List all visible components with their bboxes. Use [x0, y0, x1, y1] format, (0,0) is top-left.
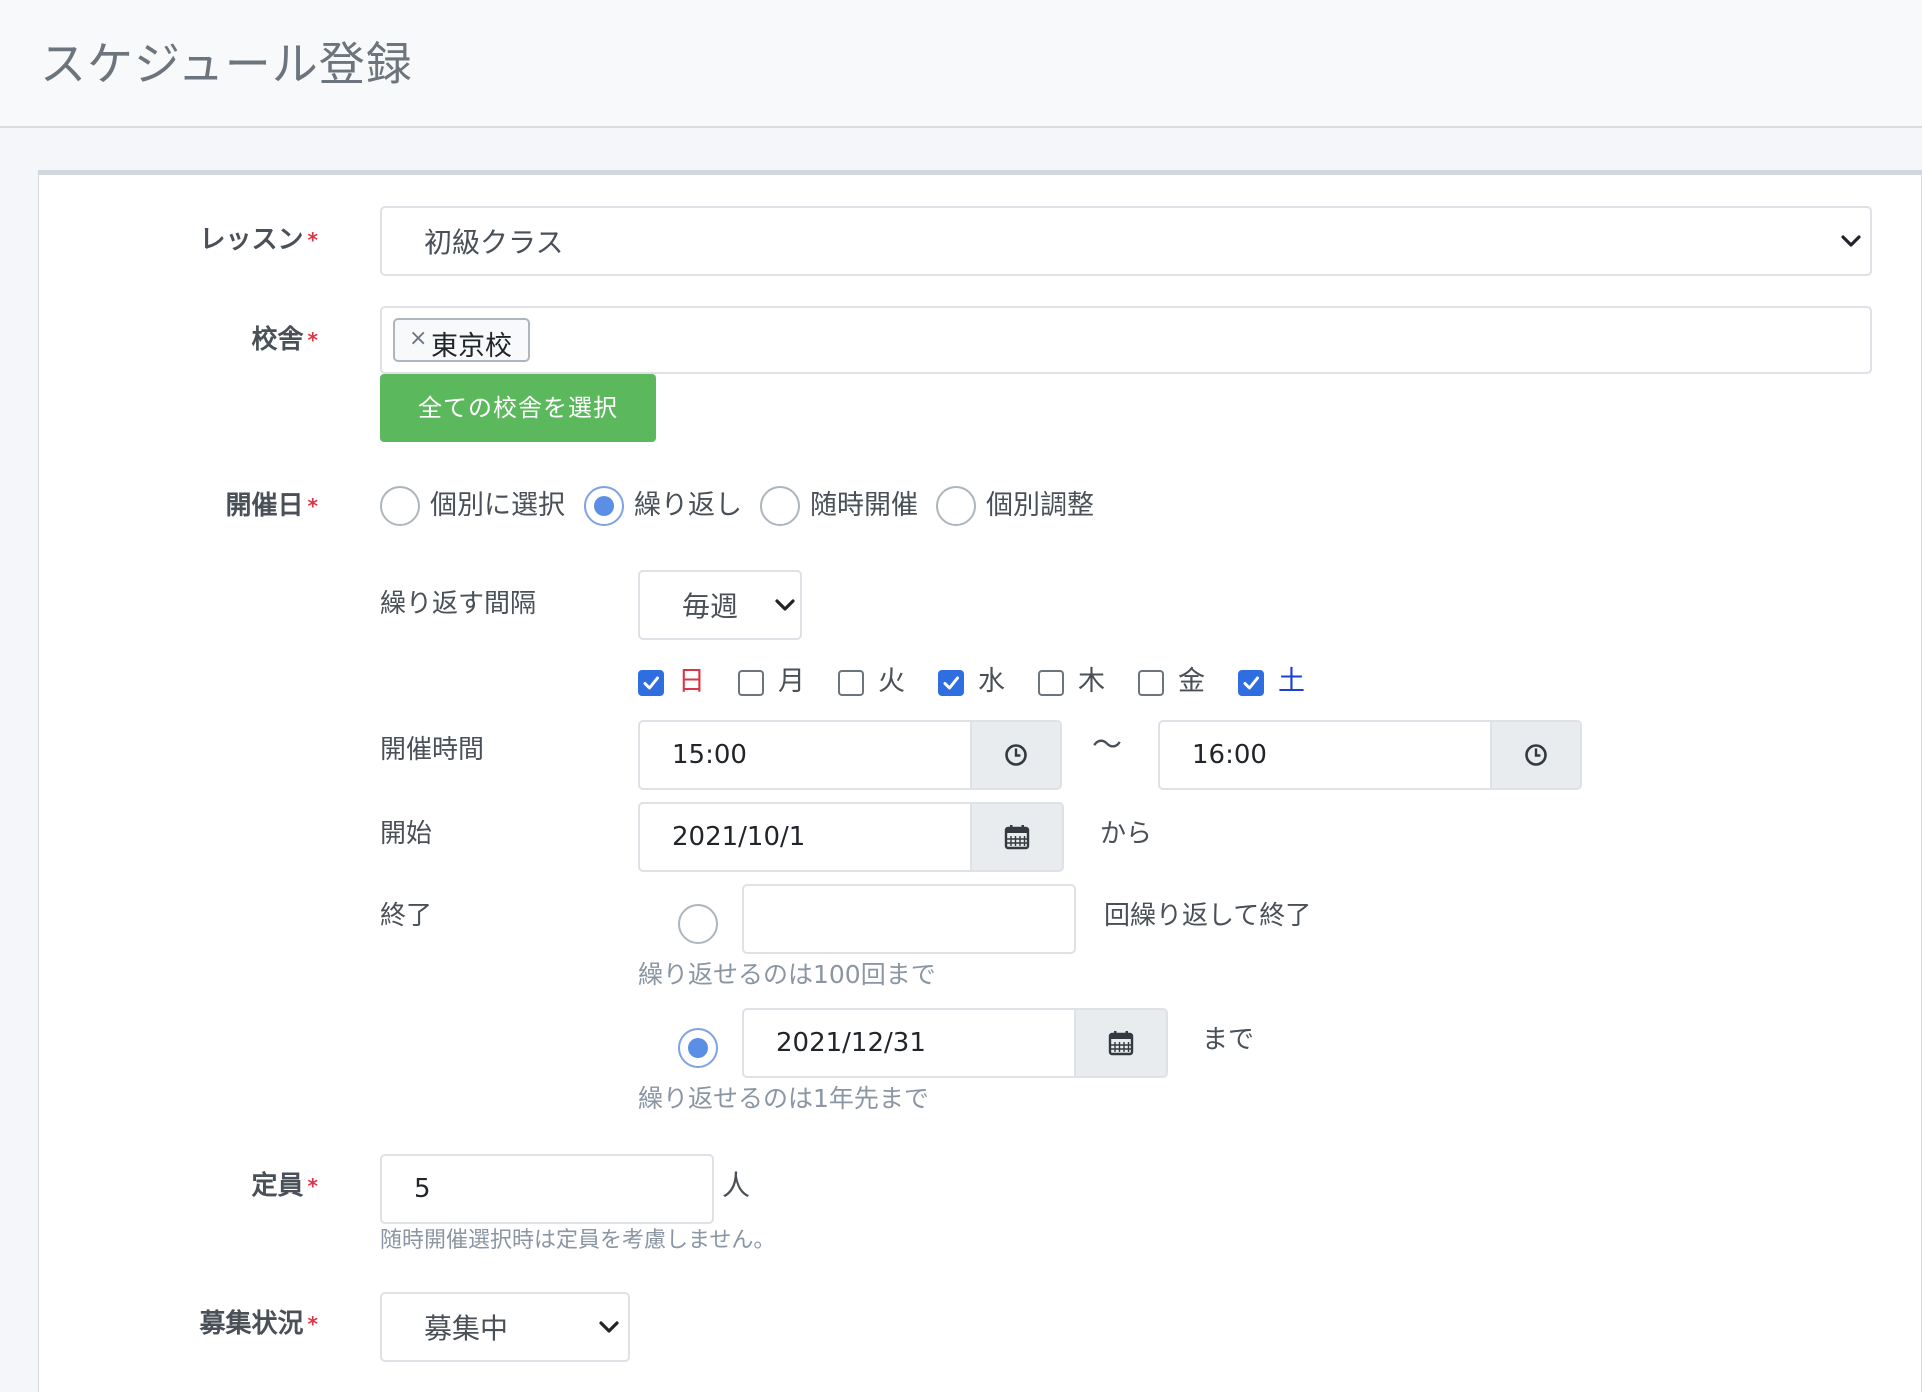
required-mark: *	[307, 494, 318, 518]
capacity-input[interactable]: 5	[380, 1154, 714, 1224]
time-end-clock-button[interactable]	[1490, 720, 1582, 790]
chevron-down-icon	[599, 1321, 619, 1333]
end-date-help: 繰り返せるのは1年先まで	[638, 1084, 929, 1113]
clock-icon	[1525, 744, 1547, 766]
lesson-label: レッスン *	[199, 225, 318, 255]
page-header: スケジュール登録	[0, 0, 1922, 128]
lesson-select[interactable]: 初級クラス	[380, 206, 1872, 276]
repeat-interval-value: 毎週	[682, 590, 739, 623]
radio-anytime-label: 随時開催	[810, 490, 918, 521]
check-icon	[943, 676, 959, 690]
weekday-checkbox[interactable]	[1138, 670, 1164, 696]
weekday-checkbox[interactable]	[638, 670, 664, 696]
radio-repeat[interactable]	[584, 486, 624, 526]
capacity-unit: 人	[722, 1169, 751, 1202]
capacity-label: 定員 *	[251, 1171, 318, 1201]
date-label: 開催日 *	[225, 491, 318, 521]
remove-tag-icon[interactable]: ×	[409, 326, 427, 351]
weekday-checkbox[interactable]	[1038, 670, 1064, 696]
school-tag-text: 東京校	[431, 331, 512, 362]
end-date-calendar-button[interactable]	[1074, 1008, 1168, 1078]
select-all-schools-button[interactable]: 全ての校舎を選択	[380, 374, 656, 442]
end-label: 終了	[380, 901, 433, 931]
time-start-input[interactable]: 15:00	[638, 720, 972, 790]
required-mark: *	[307, 228, 318, 252]
end-date-suffix: まで	[1202, 1025, 1255, 1055]
capacity-help: 随時開催選択時は定員を考慮しません。	[380, 1228, 776, 1253]
status-label: 募集状況 *	[199, 1309, 318, 1339]
weekday-label: 土	[1278, 666, 1305, 697]
weekday-checkbox[interactable]	[738, 670, 764, 696]
status-select[interactable]: 募集中	[380, 1292, 630, 1362]
time-separator: 〜	[1092, 728, 1122, 763]
radio-repeat-label: 繰り返し	[634, 490, 742, 521]
end-by-date-radio[interactable]	[678, 1028, 718, 1068]
chevron-down-icon	[775, 599, 795, 611]
weekday-label: 木	[1078, 666, 1105, 697]
status-select-value: 募集中	[424, 1312, 509, 1345]
page-title: スケジュール登録	[40, 37, 413, 91]
repeat-interval-label: 繰り返す間隔	[380, 589, 537, 619]
lesson-select-value: 初級クラス	[424, 226, 564, 259]
end-count-input[interactable]	[742, 884, 1076, 954]
time-label: 開催時間	[380, 735, 485, 765]
end-date-value: 2021/12/31	[776, 1028, 926, 1058]
end-count-help: 繰り返せるのは100回まで	[638, 960, 936, 989]
radio-adjust-label: 個別調整	[986, 490, 1094, 521]
start-date-value: 2021/10/1	[672, 822, 806, 852]
school-multiselect[interactable]	[380, 306, 1872, 374]
weekday-checkbox[interactable]	[938, 670, 964, 696]
school-label: 校舎 *	[251, 325, 318, 355]
weekday-checkbox[interactable]	[1238, 670, 1264, 696]
capacity-value: 5	[414, 1174, 431, 1204]
check-icon	[1243, 676, 1259, 690]
start-date-calendar-button[interactable]	[970, 802, 1064, 872]
time-start-value: 15:00	[672, 740, 747, 770]
weekday-label: 月	[778, 666, 805, 697]
repeat-interval-select[interactable]: 毎週	[638, 570, 802, 640]
school-tag: × 東京校	[393, 318, 530, 362]
weekday-label: 日	[678, 666, 705, 697]
start-label: 開始	[380, 819, 433, 849]
required-mark: *	[307, 1312, 318, 1336]
radio-adjust[interactable]	[936, 486, 976, 526]
calendar-icon	[1108, 1031, 1134, 1056]
required-mark: *	[307, 1174, 318, 1198]
required-mark: *	[307, 328, 318, 352]
start-suffix: から	[1100, 819, 1153, 849]
time-end-value: 16:00	[1192, 740, 1267, 770]
clock-icon	[1005, 744, 1027, 766]
radio-individual[interactable]	[380, 486, 420, 526]
end-date-input[interactable]: 2021/12/31	[742, 1008, 1076, 1078]
weekday-label: 金	[1178, 666, 1205, 697]
radio-anytime[interactable]	[760, 486, 800, 526]
chevron-down-icon	[1841, 235, 1861, 247]
end-count-suffix: 回繰り返して終了	[1104, 901, 1312, 931]
start-date-input[interactable]: 2021/10/1	[638, 802, 972, 872]
weekday-label: 火	[878, 666, 905, 697]
time-end-input[interactable]: 16:00	[1158, 720, 1492, 790]
radio-individual-label: 個別に選択	[430, 490, 565, 521]
check-icon	[643, 676, 659, 690]
weekday-label: 水	[978, 666, 1005, 697]
time-start-clock-button[interactable]	[970, 720, 1062, 790]
end-by-count-radio[interactable]	[678, 904, 718, 944]
weekday-checkbox[interactable]	[838, 670, 864, 696]
calendar-icon	[1004, 825, 1030, 850]
